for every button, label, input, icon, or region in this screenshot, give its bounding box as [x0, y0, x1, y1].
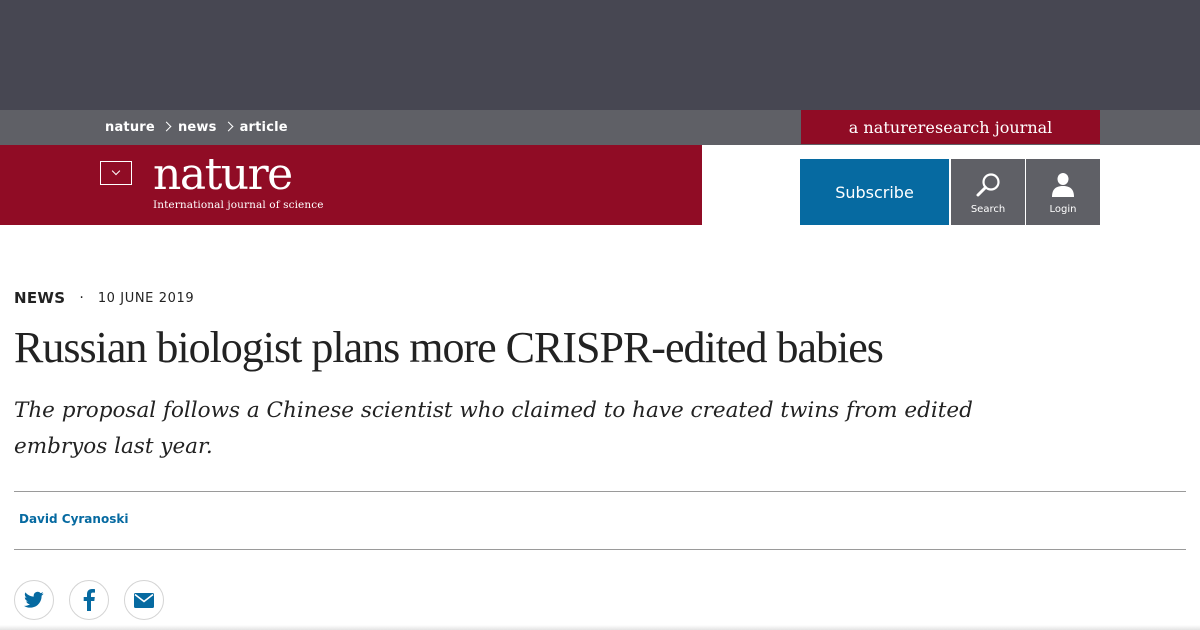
- article-title: Russian biologist plans more CRISPR-edit…: [14, 323, 884, 372]
- share-twitter-button[interactable]: [14, 580, 54, 620]
- email-icon: [134, 592, 154, 608]
- publish-date: 10 JUNE 2019: [97, 290, 195, 306]
- search-icon: [976, 173, 1000, 197]
- breadcrumb-item-news[interactable]: news: [178, 120, 217, 135]
- twitter-icon: [24, 591, 44, 608]
- breadcrumb-item-nature[interactable]: nature: [105, 120, 155, 135]
- naturereserach-journal-banner[interactable]: a natureresearch journal: [801, 110, 1100, 144]
- subscribe-button[interactable]: Subscribe: [800, 159, 949, 225]
- chevron-right-icon: [161, 121, 172, 132]
- article-type: NEWS: [14, 289, 66, 307]
- login-button[interactable]: Login: [1026, 159, 1100, 225]
- banner-suffix: journal: [994, 117, 1053, 137]
- chevron-right-icon: [223, 121, 234, 132]
- subscribe-label: Subscribe: [835, 182, 914, 202]
- breadcrumb: nature news article: [105, 110, 288, 145]
- facebook-icon: [83, 589, 95, 611]
- logo-wordmark: nature: [153, 149, 293, 200]
- divider: [14, 549, 1186, 550]
- menu-toggle-button[interactable]: [100, 161, 132, 185]
- share-facebook-button[interactable]: [69, 580, 109, 620]
- banner-prefix: a: [848, 117, 859, 137]
- nature-logo[interactable]: nature International journal of science: [153, 149, 324, 212]
- ad-banner-area: [0, 0, 1200, 110]
- chevron-down-icon: [111, 166, 121, 176]
- meta-separator: ·: [79, 290, 84, 306]
- divider: [14, 491, 1186, 492]
- article-standfirst: The proposal follows a Chinese scientist…: [14, 398, 973, 459]
- search-button[interactable]: Search: [951, 159, 1025, 225]
- search-label: Search: [970, 204, 1006, 215]
- share-email-button[interactable]: [124, 580, 164, 620]
- user-icon: [1052, 173, 1074, 197]
- site-header: nature International journal of science: [0, 145, 702, 225]
- breadcrumb-item-article[interactable]: article: [240, 120, 288, 135]
- author-link[interactable]: David Cyranoski: [19, 512, 128, 526]
- page-edge-shadow: [0, 625, 1200, 630]
- logo-tagline: International journal of science: [153, 199, 324, 211]
- login-label: Login: [1049, 204, 1077, 215]
- banner-brand: natureresearch: [863, 117, 990, 137]
- article-meta: NEWS · 10 JUNE 2019: [14, 289, 194, 307]
